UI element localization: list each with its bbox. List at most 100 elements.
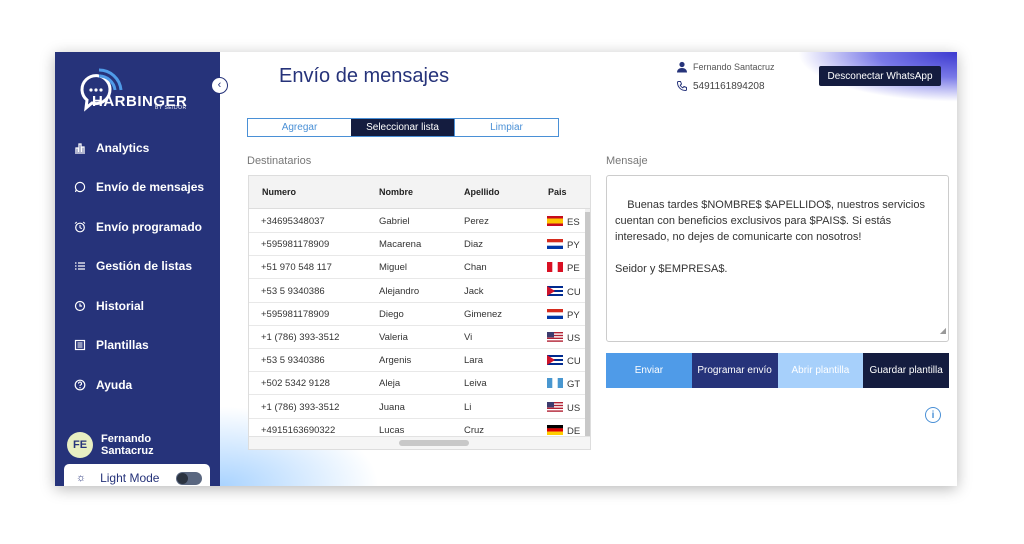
help-icon	[74, 379, 86, 391]
sidebar-item-ayuda[interactable]: Ayuda	[74, 375, 132, 395]
table-row[interactable]: +595981178909 Macarena Diaz PY	[249, 233, 585, 257]
flag-py-icon	[547, 308, 563, 319]
save-template-button[interactable]: Guardar plantilla	[863, 353, 949, 388]
table-header: Numero Nombre Apellido Pais	[249, 176, 590, 209]
vertical-scrollbar-thumb[interactable]	[585, 212, 590, 436]
sidebar: HARBINGER BY SEIDOR Analytics Envío de m…	[55, 52, 220, 486]
list-icon	[75, 262, 85, 270]
user-icon	[677, 61, 687, 73]
header-user-name: Fernando Santacruz	[693, 62, 775, 72]
table-row[interactable]: +1 (786) 393-3512 Valeria Vi US	[249, 326, 585, 349]
sidebar-item-envio-programado[interactable]: Envío programado	[74, 217, 202, 237]
page-title: Envío de mensajes	[279, 65, 450, 87]
cell-apellido: Gimenez	[464, 308, 503, 320]
horizontal-scrollbar-thumb[interactable]	[399, 440, 469, 446]
flag-es-icon	[547, 216, 563, 226]
flag-gt-icon	[547, 378, 563, 389]
cell-pais: US	[547, 401, 580, 414]
disconnect-whatsapp-button[interactable]: Desconectar WhatsApp	[819, 66, 941, 86]
column-header-numero[interactable]: Numero	[262, 187, 296, 197]
avatar: FE	[67, 432, 93, 458]
cell-apellido: Vi	[464, 332, 473, 343]
recipients-label: Destinatarios	[247, 155, 312, 167]
cell-pais: CU	[547, 285, 581, 298]
country-code: PE	[567, 263, 580, 275]
phone-icon	[676, 81, 687, 92]
cell-nombre: Miguel	[379, 262, 407, 274]
country-code: GT	[567, 379, 581, 391]
table-row[interactable]: +595981178909 Diego Gimenez PY	[249, 303, 585, 326]
light-mode-toggle-row[interactable]: ☼ Light Mode	[64, 464, 210, 486]
cell-pais: PY	[547, 239, 580, 251]
light-mode-switch[interactable]	[176, 472, 202, 485]
cell-pais: PY	[547, 308, 580, 321]
sidebar-collapse-button[interactable]: ‹	[211, 77, 228, 94]
send-button[interactable]: Enviar	[606, 353, 692, 388]
sidebar-item-envio-mensajes[interactable]: Envío de mensajes	[74, 177, 204, 197]
column-header-nombre[interactable]: Nombre	[379, 187, 413, 197]
message-label: Mensaje	[606, 155, 648, 167]
sidebar-item-gestion-listas[interactable]: Gestión de listas	[74, 256, 192, 276]
sidebar-item-historial[interactable]: Historial	[74, 296, 144, 316]
cell-numero: +53 5 9340386	[261, 285, 325, 297]
resize-handle-icon[interactable]: ◢	[940, 323, 946, 339]
cell-nombre: Alejandro	[379, 285, 420, 297]
sidebar-item-label: Gestión de listas	[96, 259, 193, 273]
table-row[interactable]: +51 970 548 117 Miguel Chan PE	[249, 256, 585, 280]
cell-pais: DE	[547, 424, 580, 437]
sun-icon: ☼	[76, 472, 87, 484]
table-row[interactable]: +502 5342 9128 Aleja Leiva GT	[249, 372, 585, 396]
flag-py-icon	[547, 239, 563, 250]
cell-nombre: Lucas	[379, 424, 405, 436]
sidebar-item-plantillas[interactable]: Plantillas	[74, 335, 149, 355]
table-row[interactable]: +34695348037 Gabriel Perez ES	[249, 210, 585, 233]
alarm-clock-icon	[74, 221, 86, 233]
tab-limpiar[interactable]: Limpiar	[454, 119, 558, 136]
table-row[interactable]: +53 5 9340386 Alejandro Jack CU	[249, 280, 585, 303]
light-mode-label: Light Mode	[100, 471, 160, 485]
cell-pais: ES	[547, 216, 580, 228]
header-phone: 5491161894208	[676, 80, 765, 92]
open-template-button[interactable]: Abrir plantilla	[777, 353, 864, 388]
flag-cu-icon	[547, 355, 563, 366]
info-icon[interactable]: i	[925, 407, 941, 423]
flag-pe-icon	[547, 262, 563, 273]
message-text: Buenas tardes $NOMBRE$ $APELLIDO$, nuest…	[615, 199, 925, 275]
column-header-pais[interactable]: Pais	[548, 187, 567, 197]
cell-numero: +51 970 548 117	[261, 262, 332, 274]
cell-apellido: Diaz	[464, 239, 484, 251]
table-row[interactable]: +1 (786) 393-3512 Juana Li US	[249, 396, 585, 419]
sidebar-item-label: Envío de mensajes	[96, 180, 205, 194]
table-row[interactable]: +53 5 9340386 Argenis Lara CU	[249, 349, 585, 373]
column-header-apellido[interactable]: Apellido	[464, 187, 500, 197]
cell-apellido: Chan	[464, 262, 487, 274]
sidebar-user[interactable]: FE Fernando Santacruz	[67, 432, 171, 458]
cell-apellido: Jack	[464, 285, 484, 297]
header-user: Fernando Santacruz	[676, 61, 775, 73]
message-textarea[interactable]: Buenas tardes $NOMBRE$ $APELLIDO$, nuest…	[606, 175, 949, 342]
cell-pais: CU	[547, 355, 581, 367]
flag-de-icon	[547, 424, 563, 435]
app-window: HARBINGER BY SEIDOR Analytics Envío de m…	[55, 52, 957, 486]
header-phone-number: 5491161894208	[693, 80, 765, 92]
cell-nombre: Juana	[379, 401, 405, 413]
tab-agregar[interactable]: Agregar	[248, 119, 351, 136]
cell-apellido: Perez	[464, 216, 489, 227]
cell-numero: +595981178909	[261, 308, 330, 320]
history-icon	[74, 300, 86, 312]
cell-pais: PE	[547, 262, 580, 274]
message-actions: Enviar Programar envío Abrir plantilla G…	[606, 353, 949, 388]
cell-apellido: Cruz	[464, 424, 485, 436]
horizontal-scrollbar[interactable]	[249, 436, 590, 449]
sidebar-item-analytics[interactable]: Analytics	[74, 138, 149, 158]
cell-numero: +502 5342 9128	[261, 378, 330, 390]
cell-nombre: Argenis	[379, 355, 412, 367]
chart-icon	[75, 143, 85, 154]
user-name: Fernando Santacruz	[101, 433, 154, 457]
cell-pais: GT	[547, 378, 580, 390]
schedule-send-button[interactable]: Programar envío	[691, 353, 778, 388]
list-actions-tabs: Agregar Seleccionar lista Limpiar	[247, 118, 559, 137]
cell-apellido: Leiva	[464, 378, 487, 390]
tab-seleccionar-lista[interactable]: Seleccionar lista	[351, 119, 454, 136]
sidebar-item-label: Analytics	[96, 141, 150, 155]
